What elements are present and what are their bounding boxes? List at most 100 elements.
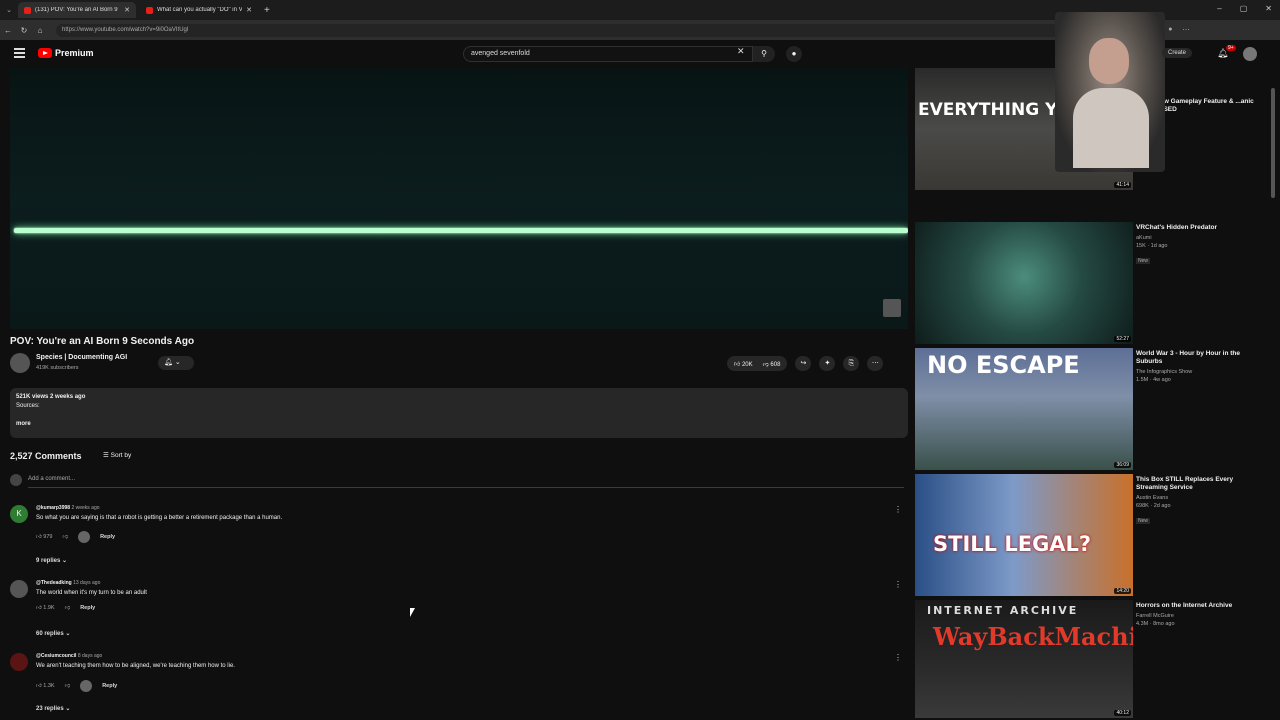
tab-close-icon[interactable]: ✕ — [246, 6, 252, 14]
recommendation-channel[interactable]: The Infographics Show — [1136, 369, 1266, 375]
create-button[interactable]: Create — [1162, 48, 1193, 58]
like-button[interactable]: 👍︎ 20K — [734, 360, 753, 368]
channel-avatar[interactable] — [10, 353, 30, 373]
dislike-count: 608 — [770, 361, 781, 368]
recommendation-channel[interactable]: Farrell McGuire — [1136, 613, 1266, 619]
reply-button[interactable]: Reply — [80, 605, 95, 611]
comment-avatar[interactable] — [10, 653, 28, 671]
comment-input-underline — [28, 487, 904, 488]
browser-tab-2[interactable]: What can you actually "DO" in VRC ✕ — [140, 2, 258, 18]
comment-item: @Thedeadking 13 days ago The world when … — [10, 580, 908, 640]
like-dislike-group: 👍︎ 20K 👎︎ 608 — [727, 356, 788, 371]
video-thumbnail[interactable]: INTERNET ARCHIVE WayBackMachine 40:12 — [915, 600, 1133, 718]
channel-watermark-icon[interactable] — [883, 299, 901, 317]
profile-icon[interactable]: ● — [1168, 26, 1172, 34]
search-input[interactable]: avenged sevenfold — [463, 46, 753, 62]
comment-user[interactable]: @Cesiumcouncil — [36, 653, 76, 659]
recommendation-info: Horrors on the Internet Archive Farrell … — [1136, 602, 1266, 627]
recommendation-meta: 698K · 2d ago — [1136, 503, 1171, 509]
comment-user[interactable]: @kumarp3998 — [36, 505, 70, 511]
comment-avatar[interactable] — [10, 580, 28, 598]
more-link[interactable]: more — [16, 421, 902, 427]
comment-dislike-button[interactable]: 👎︎ — [62, 534, 68, 540]
description-sources: Sources: — [16, 403, 40, 409]
hamburger-menu-icon[interactable] — [14, 48, 25, 58]
recommendation-card[interactable]: STILL LEGAL? 14:20 This Box STILL Replac… — [915, 474, 1275, 596]
close-window-icon[interactable]: ✕ — [1265, 4, 1272, 13]
recommendation-card[interactable]: NO ESCAPE 36:09 World War 3 - Hour by Ho… — [915, 348, 1275, 470]
recommendation-title[interactable]: This Box STILL Replaces Every Streaming … — [1136, 476, 1266, 492]
comment-author[interactable]: @Cesiumcouncil 8 days ago — [36, 653, 102, 659]
recommendation-card[interactable]: INTERNET ARCHIVE WayBackMachine 40:12 Ho… — [915, 600, 1275, 718]
new-tab-icon[interactable]: + — [264, 5, 270, 16]
replies-label: 9 replies — [36, 558, 61, 564]
video-thumbnail[interactable]: NO ESCAPE 36:09 — [915, 348, 1133, 470]
tab-close-icon[interactable]: ✕ — [124, 6, 130, 14]
recommendation-channel[interactable]: aKumi — [1136, 235, 1266, 241]
sort-comments-button[interactable]: ☰ Sort by — [103, 451, 131, 459]
add-comment-input[interactable]: Add a comment... — [28, 476, 75, 482]
reply-button[interactable]: Reply — [102, 683, 117, 689]
comment-avatar[interactable]: K — [10, 505, 28, 523]
comment-like-button[interactable]: 👍︎ 1.9K — [36, 605, 55, 611]
url-field[interactable]: https://www.youtube.com/watch?v=9i0OaVIt… — [56, 23, 1136, 37]
tab-menu-icon[interactable]: ⌄ — [4, 6, 14, 14]
maximize-icon[interactable]: ▢ — [1240, 4, 1248, 13]
comment-menu-icon[interactable]: ⋮ — [894, 653, 902, 662]
search-button[interactable]: ⚲ — [753, 46, 775, 62]
sort-label: Sort by — [110, 452, 132, 459]
video-player[interactable] — [10, 68, 908, 329]
webcam-overlay — [1055, 12, 1165, 172]
more-actions-button[interactable]: ⋯ — [867, 356, 884, 371]
browser-tab-1[interactable]: (131) POV: You're an AI Born 9 ✕ — [18, 2, 136, 18]
comment-author[interactable]: @Thedeadking 13 days ago — [36, 580, 100, 586]
account-avatar[interactable] — [1243, 47, 1257, 61]
video-thumbnail[interactable]: 52:27 — [915, 222, 1133, 344]
back-icon[interactable]: ← — [0, 26, 16, 35]
video-thumbnail[interactable]: STILL LEGAL? 14:20 — [915, 474, 1133, 596]
clear-search-icon[interactable]: ✕ — [737, 46, 745, 57]
tab-title: (131) POV: You're an AI Born 9 — [35, 7, 118, 13]
subscribed-bell-button[interactable]: 🔔︎ ⌄ — [158, 356, 194, 370]
video-title: POV: You're an AI Born 9 Seconds Ago — [10, 336, 195, 347]
comment-text: We aren't teaching them how to be aligne… — [36, 663, 235, 669]
channel-name[interactable]: Species | Documenting AGI — [36, 354, 127, 361]
voice-search-button[interactable]: ● — [786, 46, 802, 62]
view-replies-button[interactable]: 60 replies ⌄ — [36, 630, 70, 637]
menu-icon[interactable]: ⋯ — [1183, 26, 1190, 34]
dislike-button[interactable]: 👎︎ 608 — [763, 360, 781, 368]
recommendation-title[interactable]: Horrors on the Internet Archive — [1136, 602, 1266, 610]
comment-toolbar: 👍︎ 979 👎︎ Reply — [36, 531, 115, 543]
home-icon[interactable]: ⌂ — [32, 26, 48, 35]
video-description[interactable]: 521K views 2 weeks ago Sources: more — [10, 388, 908, 438]
recommendation-title[interactable]: VRChat's Hidden Predator — [1136, 224, 1266, 232]
scrollbar[interactable] — [1271, 88, 1275, 198]
comment-like-button[interactable]: 👍︎ 1.3K — [36, 683, 55, 689]
comment-user[interactable]: @Thedeadking — [36, 580, 72, 586]
ask-ai-button[interactable]: ✦ — [819, 356, 836, 371]
recommendation-info: VRChat's Hidden Predator aKumi 15K · 1d … — [1136, 224, 1266, 267]
recommendation-title[interactable]: World War 3 - Hour by Hour in the Suburb… — [1136, 350, 1266, 366]
comment-like-count: 979 — [43, 534, 53, 540]
comment-dislike-button[interactable]: 👎︎ — [65, 683, 71, 689]
reply-button[interactable]: Reply — [100, 534, 115, 540]
view-replies-button[interactable]: 23 replies ⌄ — [36, 705, 70, 712]
comment-author[interactable]: @kumarp3998 2 weeks ago — [36, 505, 100, 511]
recommendation-channel[interactable]: Austin Evans — [1136, 495, 1266, 501]
share-button[interactable]: ↪ — [795, 356, 812, 371]
reload-icon[interactable]: ↻ — [16, 26, 32, 35]
comment-dislike-button[interactable]: 👎︎ — [65, 605, 71, 611]
recommendation-card[interactable]: 52:27 VRChat's Hidden Predator aKumi 15K… — [915, 222, 1275, 344]
replies-label: 23 replies — [36, 706, 64, 712]
comment-menu-icon[interactable]: ⋮ — [894, 505, 902, 514]
youtube-logo[interactable]: Premium — [38, 48, 94, 58]
logo-label: Premium — [55, 48, 94, 58]
comment-menu-icon[interactable]: ⋮ — [894, 580, 902, 589]
webcam-person-torso — [1073, 88, 1149, 168]
comment-like-button[interactable]: 👍︎ 979 — [36, 534, 52, 540]
save-button[interactable]: ⎘ — [843, 356, 860, 371]
minimize-icon[interactable]: – — [1217, 4, 1221, 13]
thumbnail-text: INTERNET ARCHIVE — [927, 604, 1079, 617]
view-replies-button[interactable]: 9 replies ⌄ — [36, 557, 67, 564]
comment-count: 2,527 Comments — [10, 451, 82, 461]
